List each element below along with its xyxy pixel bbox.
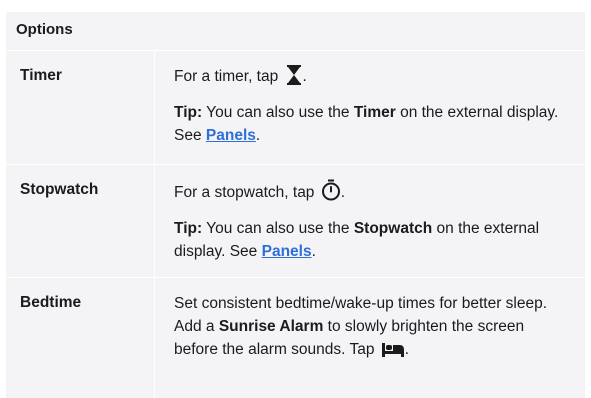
tip-label: Tip: — [174, 104, 203, 121]
table-header: Options — [6, 12, 585, 50]
tip-bold-text: Timer — [353, 104, 396, 121]
row-label-timer: Timer — [6, 51, 155, 164]
tip-end: . — [255, 127, 261, 144]
timer-intro-end: . — [302, 68, 307, 85]
sunrise-alarm-text: Sunrise Alarm — [218, 318, 324, 335]
options-table: Options Timer For a timer, tap . Tip: Yo… — [6, 12, 585, 398]
panels-link[interactable]: Panels — [262, 243, 312, 260]
stopwatch-icon — [321, 179, 341, 208]
tip-text: You can also use the — [206, 220, 350, 237]
bedtime-end: . — [404, 341, 410, 358]
row-description-bedtime: Set consistent bedtime/wake-up times for… — [155, 278, 585, 398]
tip-end: . — [311, 243, 316, 260]
row-label-bedtime: Bedtime — [6, 278, 155, 398]
panels-link[interactable]: Panels — [206, 127, 256, 144]
tip-bold-text: Stopwatch — [353, 220, 433, 237]
timer-intro-text: For a timer, tap — [174, 68, 279, 85]
table-row: Stopwatch For a stopwatch, tap . Tip: Yo… — [6, 164, 585, 277]
row-description-stopwatch: For a stopwatch, tap . Tip: You can also… — [155, 165, 585, 277]
tip-label: Tip: — [174, 220, 203, 237]
stopwatch-intro-end: . — [340, 184, 346, 201]
tip-text: You can also use the — [206, 104, 350, 121]
hourglass-icon — [285, 65, 303, 92]
row-label-stopwatch: Stopwatch — [6, 165, 155, 277]
row-description-timer: For a timer, tap . Tip: You can also use… — [155, 51, 585, 164]
table-row: Bedtime Set consistent bedtime/wake-up t… — [6, 277, 585, 398]
stopwatch-intro-text: For a stopwatch, tap — [174, 184, 315, 201]
bed-icon — [381, 342, 405, 365]
table-row: Timer For a timer, tap . Tip: You can al… — [6, 50, 585, 164]
